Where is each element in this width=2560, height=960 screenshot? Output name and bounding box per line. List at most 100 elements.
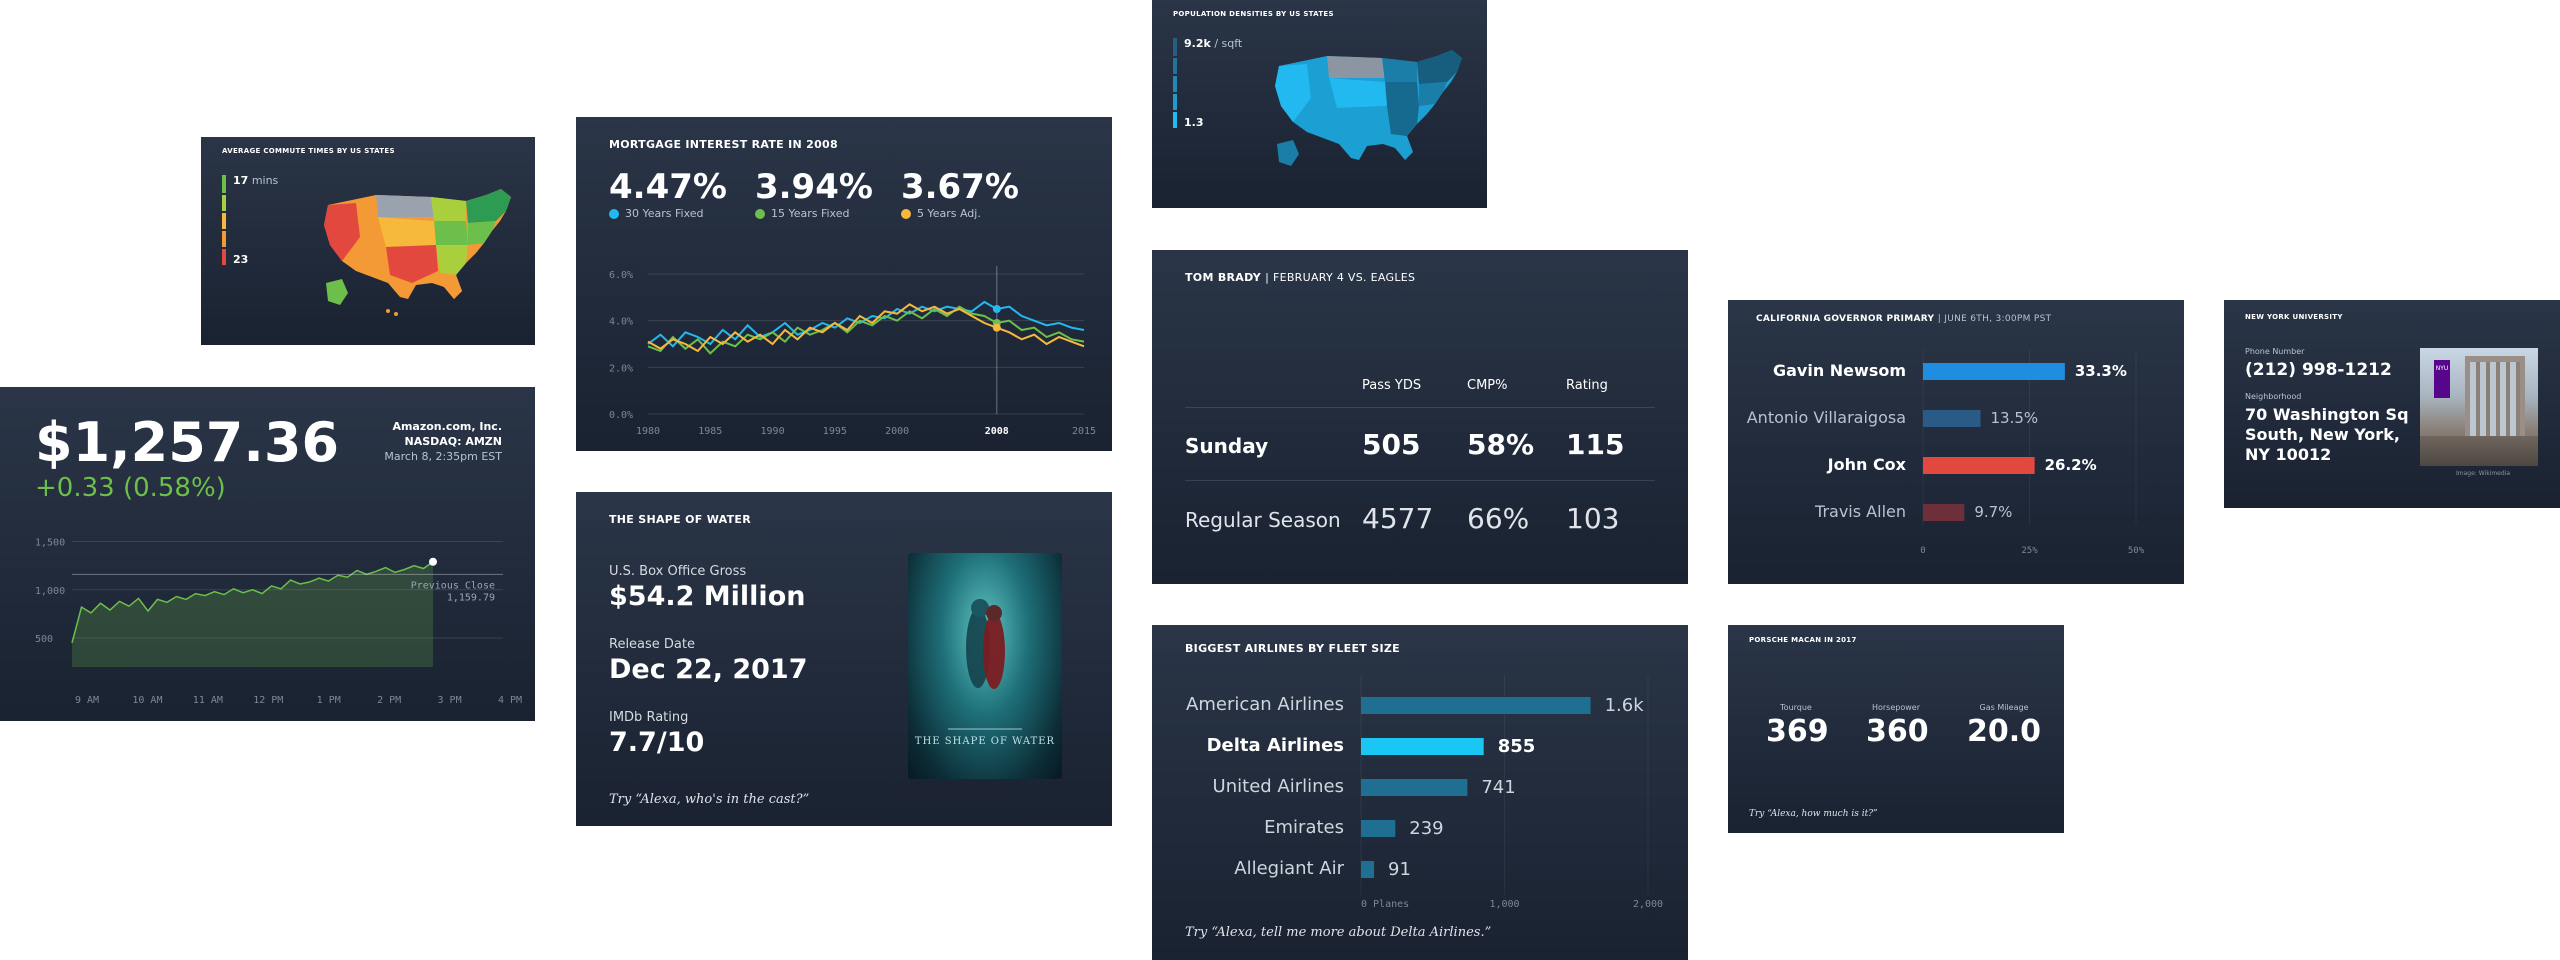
y-tick-label: 2.0% bbox=[609, 363, 633, 374]
address-line: South, New York, bbox=[2245, 425, 2400, 444]
x-tick-label: 1,000 bbox=[1489, 899, 1519, 910]
stat-value: Dec 22, 2017 bbox=[609, 654, 808, 685]
stat-label: IMDb Rating bbox=[609, 710, 689, 725]
commute-card[interactable]: AVERAGE COMMUTE TIMES BY US STATES 17 mi… bbox=[201, 137, 535, 345]
rate-row: 4.47% 30 Years Fixed 3.94% 15 Years Fixe… bbox=[609, 167, 1019, 220]
stat-value: 7.7/10 bbox=[609, 727, 705, 758]
governor-bar-chart[interactable]: 0 25% 50% Gavin Newsom 33.3% Antonio Villarai… bbox=[1728, 340, 2184, 580]
stat-horsepower: Horsepower 360 bbox=[1866, 703, 1929, 749]
airlines-bar-chart[interactable]: 0 Planes 1,000 2,000 American Airlines 1.6k D… bbox=[1152, 665, 1688, 935]
governor-card[interactable]: CALIFORNIA GOVERNOR PRIMARY | JUNE 6TH, … bbox=[1728, 300, 2184, 584]
legend-max-unit: / sqft bbox=[1214, 37, 1243, 50]
cell-value: 58% bbox=[1467, 428, 1535, 461]
legend-dot-icon bbox=[609, 209, 619, 219]
movie-stat-release: Release Date Dec 22, 2017 bbox=[609, 637, 808, 685]
stat-value: $54.2 Million bbox=[609, 581, 806, 612]
bar-value-label: 91 bbox=[1388, 859, 1411, 880]
x-tick-label: 1995 bbox=[823, 426, 847, 437]
title-rest: | FEBRUARY 4 VS. EAGLES bbox=[1265, 271, 1416, 284]
rate-value: 4.47% bbox=[609, 167, 727, 207]
current-price-dot bbox=[429, 557, 437, 566]
bar-category-label: Antonio Villaraigosa bbox=[1747, 408, 1906, 427]
bar-value-label: 33.3% bbox=[2075, 362, 2127, 380]
bar bbox=[1361, 820, 1396, 837]
population-card[interactable]: POPULATION DENSITIES BY US STATES 9.2k /… bbox=[1152, 0, 1487, 208]
brady-card[interactable]: TOM BRADY | FEBRUARY 4 VS. EAGLES Pass Y… bbox=[1152, 250, 1688, 584]
bar bbox=[1361, 697, 1591, 714]
x-tick-label: 3 PM bbox=[438, 695, 462, 706]
quote-date: March 8, 2:35pm EST bbox=[384, 450, 502, 463]
phone-number[interactable]: (212) 998-1212 bbox=[2245, 360, 2392, 380]
prev-close-label: Previous Close bbox=[411, 580, 495, 591]
image-credit: Image: Wikimedia bbox=[2456, 470, 2511, 477]
legend-dot-icon bbox=[754, 209, 765, 219]
card-title: NEW YORK UNIVERSITY bbox=[2245, 313, 2343, 321]
stat-gas-mileage: Gas Mileage 20.0 bbox=[1964, 703, 2044, 749]
us-map-icon bbox=[1275, 50, 1462, 166]
x-tick-label: 2 PM bbox=[377, 695, 401, 706]
row-divider bbox=[1185, 480, 1655, 481]
bar bbox=[1923, 457, 2035, 474]
company-name: Amazon.com, Inc. bbox=[392, 420, 502, 433]
voice-hint: Try “Alexa, tell me more about Delta Air… bbox=[1185, 925, 1492, 940]
x-tick-label: 0 bbox=[1920, 546, 1925, 556]
movie-poster[interactable]: THE SHAPE OF WATER bbox=[908, 553, 1062, 779]
x-tick-label: 25% bbox=[2021, 546, 2038, 556]
y-tick-label: 500 bbox=[35, 634, 53, 645]
bar bbox=[1361, 779, 1468, 796]
airlines-card[interactable]: BIGGEST AIRLINES BY FLEET SIZE 0 Planes 1… bbox=[1152, 625, 1688, 960]
card-title: POPULATION DENSITIES BY US STATES bbox=[1173, 10, 1334, 18]
address: 70 Washington Sq South, New York, NY 100… bbox=[2245, 405, 2409, 465]
x-tick-label: 9 AM bbox=[75, 695, 99, 706]
x-tick-label: 1985 bbox=[698, 426, 722, 437]
cell-value: 4577 bbox=[1362, 502, 1434, 535]
us-map-icon bbox=[324, 189, 511, 316]
y-tick-label: 4.0% bbox=[609, 317, 633, 328]
nyu-card[interactable]: NEW YORK UNIVERSITY Phone Number (212) 9… bbox=[2224, 300, 2560, 508]
address-line: 70 Washington Sq bbox=[2245, 405, 2409, 424]
bar bbox=[1923, 410, 1981, 427]
bar-value-label: 855 bbox=[1498, 736, 1536, 757]
bar-value-label: 13.5% bbox=[1991, 409, 2039, 427]
bar-category-label: Emirates bbox=[1264, 817, 1344, 838]
porsche-card[interactable]: PORSCHE MACAN IN 2017 Tourque 369 Horsep… bbox=[1728, 625, 2064, 833]
series-marker bbox=[992, 305, 1001, 313]
bar-category-label: Travis Allen bbox=[1814, 502, 1906, 521]
mortgage-line-chart[interactable]: 6.0% 4.0% 2.0% 0.0%1980 1985 1990 1995 2000 2008… bbox=[576, 247, 1112, 451]
stock-area-chart[interactable]: 1,500 1,000 500 9 AM 10 AM 11 AM 12 PM 1 PM 2 PM… bbox=[0, 517, 535, 721]
col-header-rating: Rating bbox=[1566, 378, 1608, 393]
prev-close-value: 1,159.79 bbox=[447, 592, 495, 603]
card-title: PORSCHE MACAN IN 2017 bbox=[1749, 636, 1857, 644]
x-tick-label: 4 PM bbox=[498, 695, 522, 706]
bar-category-label: American Airlines bbox=[1186, 694, 1344, 715]
x-tick-label: 2000 bbox=[885, 426, 909, 437]
cell-value: 505 bbox=[1362, 428, 1421, 461]
movie-card[interactable]: THE SHAPE OF WATER U.S. Box Office Gross… bbox=[576, 492, 1112, 826]
x-tick-label: 50% bbox=[2128, 546, 2145, 556]
y-tick-label: 1,500 bbox=[35, 537, 65, 548]
poster-title: THE SHAPE OF WATER bbox=[914, 736, 1056, 747]
y-tick-label: 6.0% bbox=[609, 270, 633, 281]
x-tick-label: 1980 bbox=[636, 426, 660, 437]
stock-change: +0.33 (0.58%) bbox=[35, 473, 226, 503]
rate-label: 5 Years Adj. bbox=[916, 207, 981, 220]
area-fill bbox=[72, 561, 433, 667]
title-bold: CALIFORNIA GOVERNOR PRIMARY bbox=[1756, 314, 1935, 324]
bar-category-label: Delta Airlines bbox=[1207, 735, 1344, 756]
card-title: AVERAGE COMMUTE TIMES BY US STATES bbox=[222, 147, 395, 155]
legend-max-value: 17 bbox=[233, 174, 249, 187]
x-tick-label: 12 PM bbox=[253, 695, 283, 706]
rate-label: 30 Years Fixed bbox=[625, 207, 704, 220]
legend-dot-icon bbox=[900, 209, 911, 219]
series-marker bbox=[992, 323, 1001, 332]
bar bbox=[1923, 504, 1965, 521]
title-bold: TOM BRADY bbox=[1185, 271, 1261, 284]
bar bbox=[1361, 738, 1484, 755]
stock-card[interactable]: $1,257.36 +0.33 (0.58%) Amazon.com, Inc.… bbox=[0, 387, 535, 721]
mortgage-card[interactable]: MORTGAGE INTEREST RATE IN 2008 4.47% 30 … bbox=[576, 117, 1112, 451]
cell-value: 103 bbox=[1566, 502, 1620, 535]
row-label: Sunday bbox=[1185, 434, 1269, 458]
card-title: CALIFORNIA GOVERNOR PRIMARY | JUNE 6TH, … bbox=[1756, 314, 2051, 324]
ticker: NASDAQ: AMZN bbox=[404, 435, 502, 448]
bar-value-label: 239 bbox=[1409, 818, 1443, 839]
